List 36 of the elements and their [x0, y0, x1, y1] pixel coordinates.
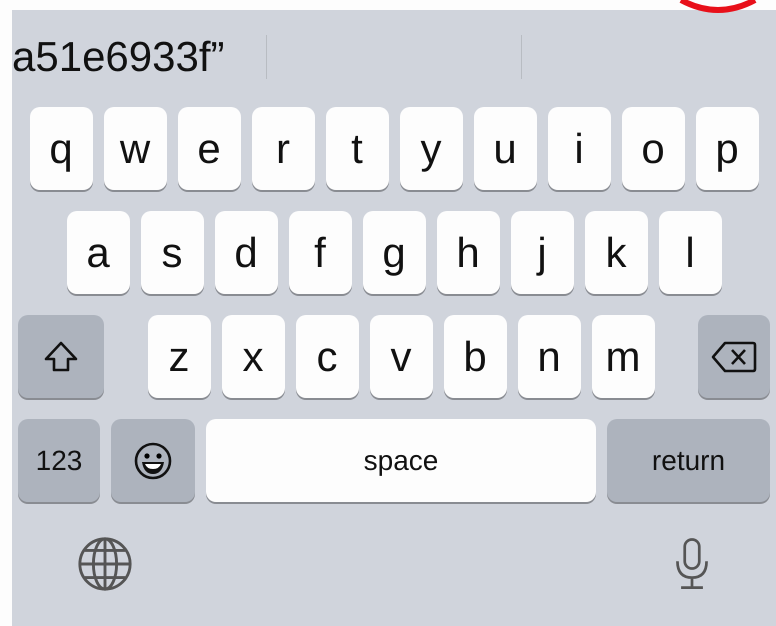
letter-key[interactable]: e — [178, 107, 240, 190]
letter-key[interactable]: q — [30, 107, 92, 190]
letter-key[interactable]: p — [696, 107, 758, 190]
return-key[interactable]: return — [607, 419, 770, 502]
letter-key[interactable]: f — [288, 211, 352, 294]
letter-key[interactable]: b — [444, 315, 506, 398]
letter-key[interactable]: n — [518, 315, 580, 398]
letter-key[interactable]: g — [362, 211, 426, 294]
letter-key[interactable]: r — [252, 107, 314, 190]
letter-key[interactable]: l — [658, 211, 722, 294]
letter-key[interactable]: m — [592, 315, 654, 398]
emoji-key[interactable] — [111, 419, 195, 502]
letter-key[interactable]: z — [148, 315, 210, 398]
globe-button[interactable] — [76, 535, 134, 593]
letter-key[interactable]: k — [584, 211, 648, 294]
letter-key[interactable]: o — [622, 107, 684, 190]
letter-key[interactable]: c — [296, 315, 358, 398]
delete-key[interactable] — [698, 315, 770, 398]
letter-key[interactable]: h — [436, 211, 500, 294]
letter-key[interactable]: s — [140, 211, 204, 294]
suggestion-text[interactable]: a51e6933f” — [12, 32, 225, 80]
space-bar[interactable]: space — [206, 419, 596, 502]
letter-key[interactable]: i — [548, 107, 610, 190]
letter-key[interactable]: t — [326, 107, 388, 190]
letter-key[interactable]: d — [214, 211, 278, 294]
numbers-key[interactable]: 123 — [18, 419, 100, 502]
letter-key[interactable]: u — [474, 107, 536, 190]
letter-key[interactable]: x — [222, 315, 284, 398]
letter-key[interactable]: y — [400, 107, 462, 190]
smiley-icon — [133, 440, 173, 480]
letter-key[interactable]: v — [370, 315, 432, 398]
letter-key[interactable]: j — [510, 211, 574, 294]
letter-key[interactable]: w — [104, 107, 166, 190]
backspace-icon — [711, 340, 757, 374]
shift-key[interactable] — [18, 315, 104, 398]
letter-key[interactable]: a — [66, 211, 130, 294]
